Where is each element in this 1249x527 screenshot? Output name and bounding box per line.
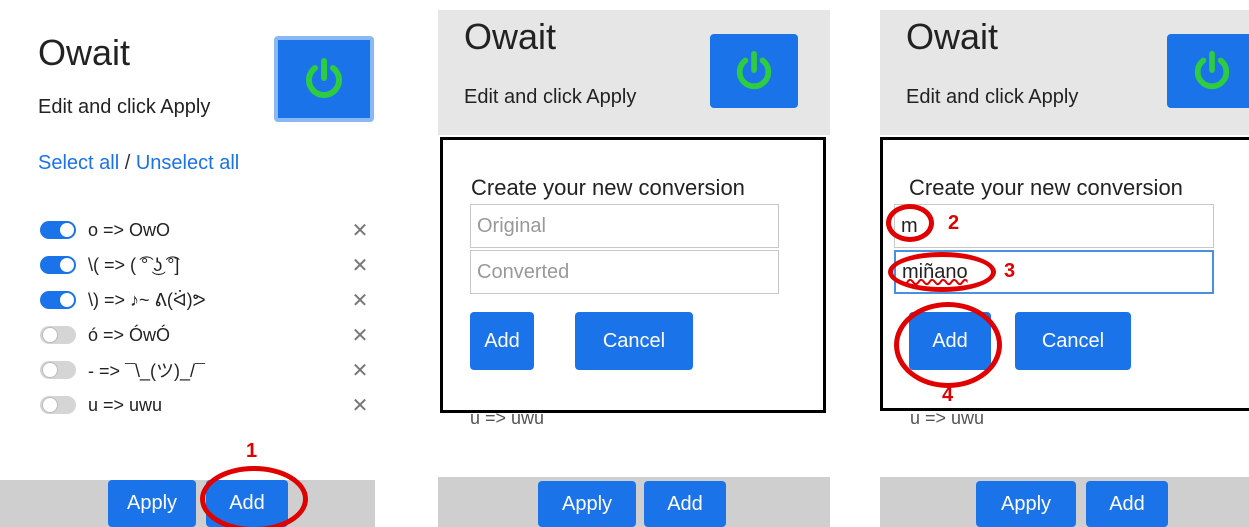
panel-new-conversion-filled: Owait Edit and click Apply u => uwu Crea…	[880, 0, 1249, 527]
toggle-knob	[42, 362, 58, 378]
annotation-number-3: 3	[1004, 260, 1016, 282]
apply-button[interactable]: Apply	[108, 480, 196, 527]
delete-icon[interactable]: ✕	[350, 323, 370, 348]
annotation-number-1: 1	[246, 440, 258, 462]
power-button[interactable]	[1167, 34, 1249, 108]
unselect-all-link[interactable]: Unselect all	[136, 152, 239, 174]
modal-cancel-button[interactable]: Cancel	[575, 312, 693, 370]
power-icon	[1194, 50, 1230, 90]
power-icon	[736, 50, 772, 90]
rule-text: u => uwu	[88, 394, 163, 415]
add-button[interactable]: Add	[1086, 481, 1168, 527]
rule-row: \) => ♪~ ᕕ(ᐛ)ᕗ ✕	[40, 288, 370, 312]
rule-text: ó => ÓwÓ	[88, 324, 171, 345]
footer-bar: Apply Add	[0, 480, 375, 527]
select-separator: /	[119, 152, 136, 174]
rule-text: o => OwO	[88, 219, 171, 240]
app-subtitle: Edit and click Apply	[464, 86, 637, 108]
rule-row: ó => ÓwÓ ✕	[40, 323, 370, 347]
delete-icon[interactable]: ✕	[350, 358, 370, 383]
select-all-link[interactable]: Select all	[38, 152, 119, 174]
annotation-circle-2	[886, 204, 934, 242]
add-button[interactable]: Add	[644, 481, 726, 527]
modal-add-button[interactable]: Add	[470, 312, 534, 370]
power-button[interactable]	[710, 34, 798, 108]
rule-text: \( => ( ͡° ͜ʖ ͡°]	[88, 254, 180, 275]
rule-toggle[interactable]	[40, 361, 76, 379]
delete-icon[interactable]: ✕	[350, 393, 370, 418]
rule-row: \( => ( ͡° ͜ʖ ͡°] ✕	[40, 253, 370, 277]
toggle-knob	[42, 397, 58, 413]
app-title: Owait	[38, 32, 131, 73]
annotation-number-2: 2	[948, 212, 960, 234]
app-subtitle: Edit and click Apply	[906, 86, 1079, 108]
modal-title: Create your new conversion	[471, 175, 745, 200]
original-input[interactable]: m	[894, 204, 1214, 248]
apply-button[interactable]: Apply	[538, 481, 636, 527]
rule-text: - => ¯\_(ツ)_/¯	[88, 361, 205, 381]
rule-row: o => OwO ✕	[40, 218, 370, 242]
rule-toggle[interactable]	[40, 396, 76, 414]
delete-icon[interactable]: ✕	[350, 218, 370, 243]
behind-rule-text: u => uwu	[910, 408, 985, 428]
rule-text: \) => ♪~ ᕕ(ᐛ)ᕗ	[88, 289, 206, 310]
toggle-knob	[60, 223, 74, 237]
app-subtitle: Edit and click Apply	[38, 96, 211, 118]
delete-icon[interactable]: ✕	[350, 253, 370, 278]
power-button[interactable]	[274, 36, 374, 122]
app-title: Owait	[906, 16, 999, 57]
rule-row: u => uwu ✕	[40, 393, 370, 417]
rule-toggle[interactable]	[40, 326, 76, 344]
rule-row: - => ¯\_(ツ)_/¯ ✕	[40, 358, 370, 382]
app-title: Owait	[464, 16, 557, 57]
rule-toggle[interactable]	[40, 291, 76, 309]
annotation-number-4: 4	[942, 384, 954, 406]
toggle-knob	[42, 327, 58, 343]
power-icon	[306, 58, 342, 98]
panel-new-conversion-empty: Owait Edit and click Apply u => uwu Crea…	[438, 0, 830, 527]
new-conversion-modal: Create your new conversion Original Conv…	[440, 137, 826, 413]
original-input[interactable]: Original	[470, 204, 779, 248]
modal-cancel-button[interactable]: Cancel	[1015, 312, 1131, 370]
rule-toggle[interactable]	[40, 256, 76, 274]
converted-input[interactable]: Converted	[470, 250, 779, 294]
annotation-circle-3	[888, 252, 996, 292]
delete-icon[interactable]: ✕	[350, 288, 370, 313]
apply-button[interactable]: Apply	[976, 481, 1076, 527]
annotation-circle-1	[200, 466, 308, 527]
footer-bar: Apply Add	[438, 477, 830, 527]
modal-title: Create your new conversion	[909, 175, 1183, 200]
panel-main-list: Owait Edit and click Apply Select all / …	[0, 0, 375, 527]
toggle-knob	[60, 293, 74, 307]
footer-bar: Apply Add	[880, 477, 1249, 527]
toggle-knob	[60, 258, 74, 272]
annotation-circle-4	[894, 302, 1002, 388]
select-links: Select all / Unselect all	[38, 152, 239, 175]
rule-toggle[interactable]	[40, 221, 76, 239]
